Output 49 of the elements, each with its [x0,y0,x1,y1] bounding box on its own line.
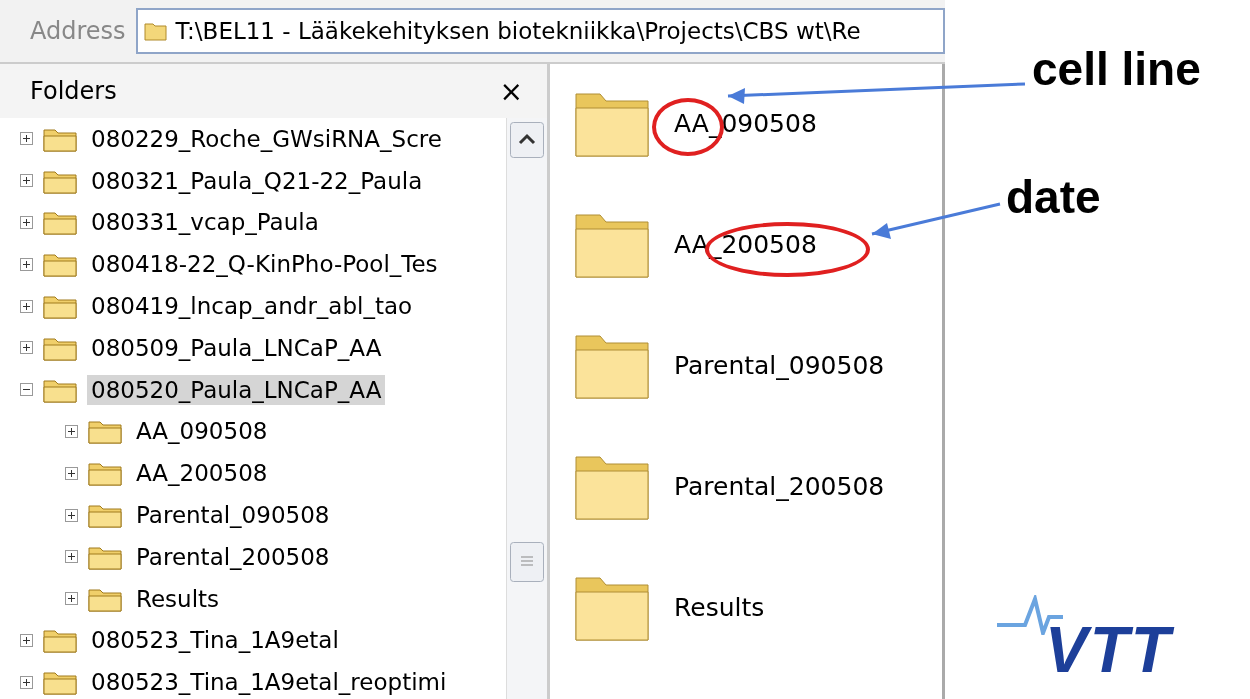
tree-item[interactable]: 080229_Roche_GWsiRNA_Scre [87,123,446,154]
folder-name[interactable]: Results [674,592,765,622]
folder-name[interactable]: Parental_200508 [674,471,885,501]
tree-item[interactable]: 080520_Paula_LNCaP_AA [87,374,386,405]
expander-icon[interactable] [20,257,33,271]
tree-item[interactable]: Parental_200508 [132,541,334,572]
close-button[interactable]: × [495,74,527,108]
tree-item[interactable]: 080523_Tina_1A9etal [87,625,343,656]
tree-item[interactable]: Parental_090508 [132,500,334,531]
folder-name[interactable]: Parental_090508 [674,350,885,380]
expander-icon[interactable] [65,508,78,522]
expander-icon[interactable] [20,341,33,355]
tree-item[interactable]: 080321_Paula_Q21-22_Paula [87,165,427,196]
pane-title: Folders [30,77,117,105]
expander-icon[interactable] [20,174,33,188]
folder-icon [43,669,77,696]
expander-icon[interactable] [20,383,33,397]
expander-icon[interactable] [20,132,33,146]
tree-item[interactable]: 080509_Paula_LNCaP_AA [87,332,386,363]
folder-icon [88,502,122,529]
annotation-label: cell line [1032,42,1201,96]
scroll-thumb[interactable] [510,542,544,582]
tree-item[interactable]: 080418-22_Q-KinPho-Pool_Tes [87,249,442,280]
folder-icon [43,251,77,278]
address-label: Address [30,17,126,45]
tree-item[interactable]: AA_200508 [132,458,272,489]
expander-icon[interactable] [65,592,78,606]
tree-item[interactable]: 080523_Tina_1A9etal_reoptimi [87,667,451,698]
expander-icon[interactable] [65,424,78,438]
tree-item[interactable]: 080331_vcap_Paula [87,207,323,238]
scroll-up-button[interactable] [510,122,544,158]
tree-item[interactable]: Results [132,583,224,614]
address-field[interactable]: T:\BEL11 - Lääkekehityksen biotekniikka\Projects\CBS wt\Re [135,8,945,54]
expander-icon[interactable] [65,550,78,564]
expander-icon[interactable] [20,675,33,689]
expander-icon[interactable] [20,299,33,313]
folder-icon [43,209,77,236]
folder-icon [88,460,122,487]
folder-icon [143,21,168,41]
expander-icon[interactable] [20,216,33,229]
folder-icon [88,418,122,445]
expander-icon[interactable] [65,466,78,480]
tree-item[interactable]: AA_090508 [132,416,272,447]
folder-icon [43,627,77,654]
tree-item[interactable]: 080419_lncap_andr_abl_tao [87,291,417,322]
scrollbar[interactable] [506,118,547,699]
annotation-label: date [1006,170,1101,224]
folder-icon [43,293,77,320]
expander-icon[interactable] [20,633,33,647]
